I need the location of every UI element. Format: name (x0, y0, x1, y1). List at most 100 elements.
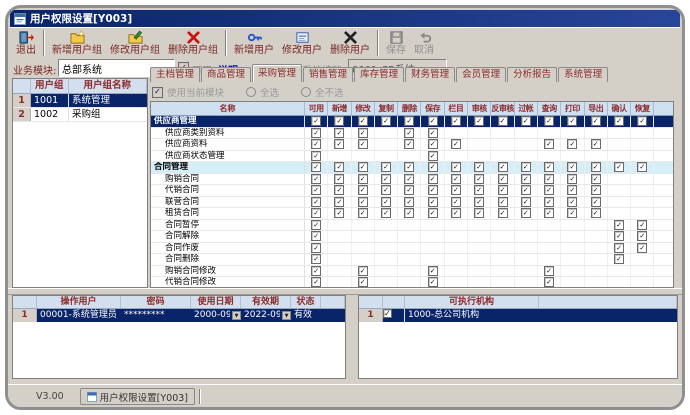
permission-cell[interactable] (375, 266, 398, 277)
permission-cell[interactable] (491, 139, 514, 150)
permission-cell[interactable] (608, 208, 631, 219)
permission-checkbox[interactable]: ✓ (381, 208, 391, 218)
permission-cell[interactable]: ✓ (608, 231, 631, 242)
permission-checkbox[interactable]: ✓ (521, 208, 531, 218)
permission-cell[interactable] (375, 231, 398, 242)
permission-checkbox[interactable]: ✓ (591, 139, 601, 149)
permission-cell[interactable]: ✓ (631, 243, 654, 254)
permission-cell[interactable]: ✓ (328, 185, 351, 196)
permission-cell[interactable]: ✓ (538, 116, 561, 127)
permission-cell[interactable]: ✓ (585, 162, 608, 173)
permission-row[interactable]: 代销合同✓✓✓✓✓✓✓✓✓✓✓✓✓ (151, 185, 673, 197)
permission-cell[interactable] (585, 128, 608, 139)
permission-checkbox[interactable]: ✓ (544, 162, 554, 172)
org-checkbox[interactable]: ✓ (383, 309, 392, 318)
permission-cell[interactable]: ✓ (561, 197, 584, 208)
permission-checkbox[interactable]: ✓ (544, 116, 554, 126)
permission-cell[interactable]: ✓ (421, 174, 444, 185)
permission-checkbox[interactable]: ✓ (637, 162, 647, 172)
permission-cell[interactable] (352, 231, 375, 242)
permission-checkbox[interactable]: ✓ (591, 174, 601, 184)
permission-cell[interactable]: ✓ (375, 162, 398, 173)
permission-cell[interactable]: ✓ (305, 174, 328, 185)
permission-cell[interactable] (445, 266, 468, 277)
permission-checkbox[interactable]: ✓ (311, 220, 321, 230)
permission-cell[interactable] (608, 197, 631, 208)
edit-user-group-button[interactable]: 修改用户组 (106, 29, 164, 58)
permission-checkbox[interactable]: ✓ (311, 185, 321, 195)
permission-cell[interactable] (352, 151, 375, 162)
permission-checkbox[interactable]: ✓ (544, 208, 554, 218)
permission-checkbox[interactable]: ✓ (521, 185, 531, 195)
permission-row[interactable]: 合同作废✓✓✓ (151, 243, 673, 255)
user-group-row[interactable]: 21002采购组 (13, 108, 147, 122)
permission-cell[interactable]: ✓ (421, 116, 444, 127)
permission-row[interactable]: 合同解除✓✓✓ (151, 231, 673, 243)
permission-cell[interactable]: ✓ (328, 174, 351, 185)
permission-cell[interactable] (328, 220, 351, 231)
permission-cell[interactable]: ✓ (561, 162, 584, 173)
permission-cell[interactable] (445, 151, 468, 162)
permission-cell[interactable] (421, 220, 444, 231)
permission-cell[interactable]: ✓ (398, 116, 421, 127)
permission-cell[interactable] (561, 266, 584, 277)
permission-cell[interactable]: ✓ (398, 128, 421, 139)
permission-checkbox[interactable]: ✓ (428, 151, 438, 161)
permission-row[interactable]: 代销合同修改✓✓✓✓ (151, 277, 673, 288)
permission-checkbox[interactable]: ✓ (404, 208, 414, 218)
permission-cell[interactable]: ✓ (631, 162, 654, 173)
permission-cell[interactable]: ✓ (445, 162, 468, 173)
permission-cell[interactable] (445, 254, 468, 265)
add-user-group-button[interactable]: 新增用户组 (48, 29, 106, 58)
permission-cell[interactable] (515, 128, 538, 139)
permission-cell[interactable]: ✓ (585, 174, 608, 185)
permission-checkbox[interactable]: ✓ (567, 197, 577, 207)
permission-cell[interactable]: ✓ (538, 162, 561, 173)
permission-checkbox[interactable]: ✓ (404, 197, 414, 207)
permission-cell[interactable]: ✓ (515, 162, 538, 173)
permission-cell[interactable] (608, 174, 631, 185)
permission-cell[interactable]: ✓ (468, 185, 491, 196)
permission-checkbox[interactable]: ✓ (521, 197, 531, 207)
permission-checkbox[interactable]: ✓ (544, 139, 554, 149)
permission-checkbox[interactable]: ✓ (404, 128, 414, 138)
permission-cell[interactable] (421, 243, 444, 254)
permission-checkbox[interactable]: ✓ (358, 197, 368, 207)
tab-2[interactable]: 采购管理 (252, 64, 302, 82)
permission-cell[interactable] (608, 151, 631, 162)
permission-cell[interactable] (445, 220, 468, 231)
permission-cell[interactable]: ✓ (445, 197, 468, 208)
tab-8[interactable]: 系统管理 (558, 67, 608, 82)
permission-checkbox[interactable]: ✓ (428, 197, 438, 207)
permission-cell[interactable]: ✓ (561, 139, 584, 150)
permission-cell[interactable] (631, 128, 654, 139)
permission-cell[interactable]: ✓ (608, 243, 631, 254)
permission-checkbox[interactable]: ✓ (451, 197, 461, 207)
permission-row[interactable]: 供应商资料✓✓✓✓✓✓✓✓✓ (151, 139, 673, 151)
permission-cell[interactable] (328, 243, 351, 254)
permission-cell[interactable]: ✓ (328, 197, 351, 208)
permission-checkbox[interactable]: ✓ (381, 116, 391, 126)
permission-cell[interactable] (608, 139, 631, 150)
permission-cell[interactable] (468, 277, 491, 288)
permission-cell[interactable] (491, 266, 514, 277)
permission-checkbox[interactable]: ✓ (334, 139, 344, 149)
permission-cell[interactable]: ✓ (491, 174, 514, 185)
permission-checkbox[interactable]: ✓ (591, 208, 601, 218)
permission-checkbox[interactable]: ✓ (567, 208, 577, 218)
permission-checkbox[interactable]: ✓ (311, 243, 321, 253)
permission-cell[interactable]: ✓ (398, 139, 421, 150)
permission-cell[interactable] (515, 243, 538, 254)
permission-cell[interactable]: ✓ (398, 174, 421, 185)
permission-cell[interactable] (561, 151, 584, 162)
permission-cell[interactable]: ✓ (538, 266, 561, 277)
permission-cell[interactable] (468, 243, 491, 254)
permission-cell[interactable]: ✓ (561, 208, 584, 219)
permission-cell[interactable]: ✓ (631, 231, 654, 242)
permission-cell[interactable]: ✓ (305, 128, 328, 139)
permission-cell[interactable]: ✓ (375, 116, 398, 127)
permission-cell[interactable] (398, 277, 421, 288)
permission-checkbox[interactable]: ✓ (474, 116, 484, 126)
permission-cell[interactable]: ✓ (328, 208, 351, 219)
permission-checkbox[interactable]: ✓ (428, 266, 438, 276)
